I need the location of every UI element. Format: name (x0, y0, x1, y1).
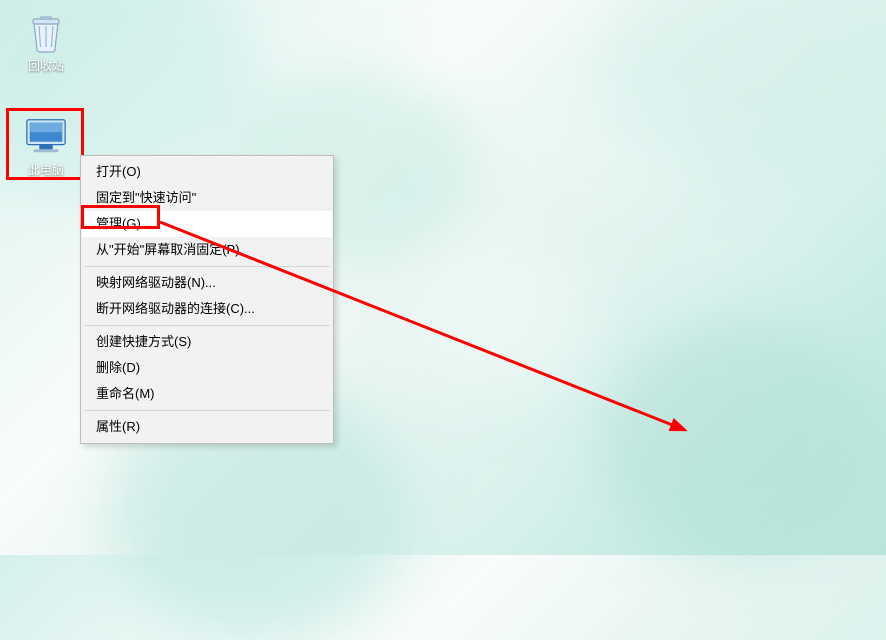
menu-item-label: 属性(R) (96, 419, 140, 434)
menu-item-properties[interactable]: 属性(R) (82, 414, 332, 440)
menu-item-label: 打开(O) (96, 164, 141, 179)
menu-item-pin-quick-access[interactable]: 固定到"快速访问" (82, 185, 332, 211)
menu-separator (84, 410, 330, 411)
menu-separator (84, 325, 330, 326)
bg-blob (600, 320, 880, 560)
menu-item-label: 重命名(M) (96, 386, 155, 401)
menu-item-label: 创建快捷方式(S) (96, 334, 191, 349)
bg-blob (410, 240, 590, 400)
menu-item-unpin-start[interactable]: 从"开始"屏幕取消固定(P) (82, 237, 332, 263)
annotation-highlight-this-pc (6, 108, 84, 180)
recycle-bin-desktop-icon[interactable]: 回收站 (12, 10, 80, 74)
menu-item-label: 固定到"快速访问" (96, 190, 196, 205)
menu-item-label: 映射网络驱动器(N)... (96, 275, 216, 290)
this-pc-context-menu: 打开(O) 固定到"快速访问" 管理(G) 从"开始"屏幕取消固定(P) 映射网… (80, 155, 334, 444)
menu-item-label: 从"开始"屏幕取消固定(P) (96, 242, 240, 257)
menu-item-create-shortcut[interactable]: 创建快捷方式(S) (82, 329, 332, 355)
menu-item-disconnect-network-drive[interactable]: 断开网络驱动器的连接(C)... (82, 296, 332, 322)
menu-item-label: 管理(G) (96, 216, 141, 231)
menu-item-manage[interactable]: 管理(G) (82, 211, 332, 237)
menu-item-label: 删除(D) (96, 360, 140, 375)
recycle-bin-icon (24, 10, 68, 54)
recycle-bin-label: 回收站 (12, 57, 80, 74)
menu-item-open[interactable]: 打开(O) (82, 159, 332, 185)
menu-separator (84, 266, 330, 267)
menu-item-label: 断开网络驱动器的连接(C)... (96, 301, 255, 316)
menu-item-rename[interactable]: 重命名(M) (82, 381, 332, 407)
menu-item-delete[interactable]: 删除(D) (82, 355, 332, 381)
menu-item-map-network-drive[interactable]: 映射网络驱动器(N)... (82, 270, 332, 296)
